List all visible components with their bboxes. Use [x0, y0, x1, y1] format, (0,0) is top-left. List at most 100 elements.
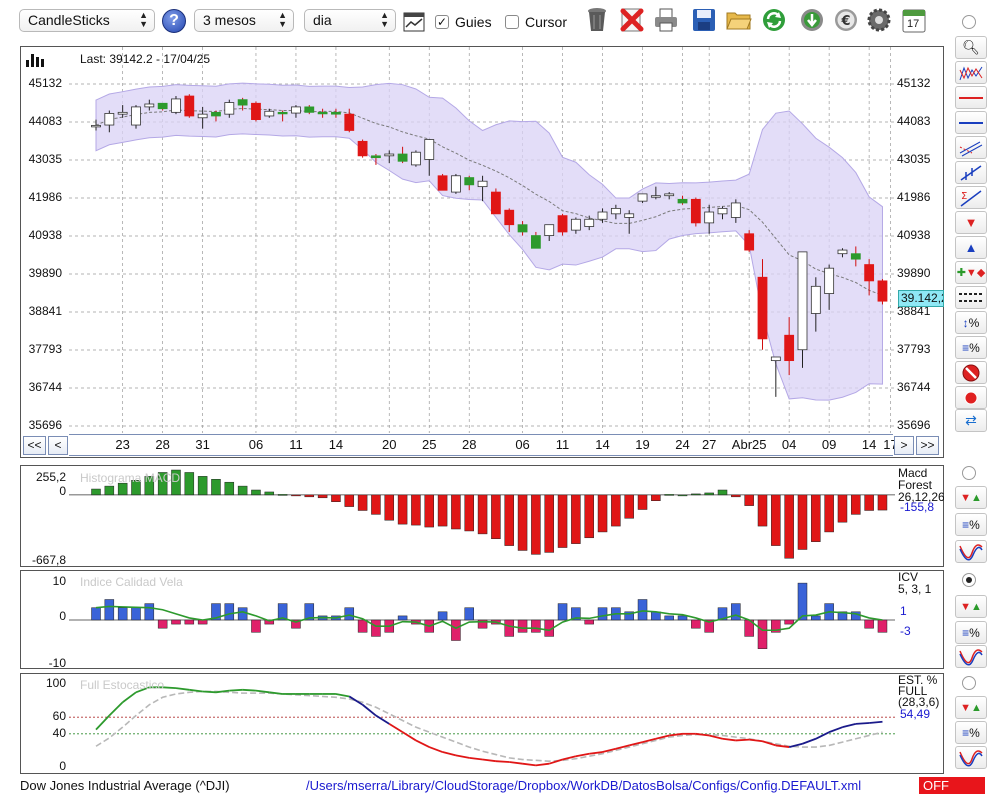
trash-icon[interactable] — [583, 6, 611, 34]
macd-bar — [317, 494, 328, 499]
macd-bar — [744, 494, 754, 506]
candle — [557, 213, 568, 236]
stoch-levels-button[interactable]: ≡% — [955, 721, 987, 744]
sell-arrow-tool-button[interactable]: ▼ — [955, 211, 987, 234]
current-price-badge: 39.142,2 — [898, 290, 944, 307]
settings-gear-icon[interactable] — [865, 6, 893, 34]
macd-bar — [357, 494, 368, 511]
icv-bar — [251, 619, 261, 633]
macd-bar — [277, 494, 288, 496]
macd-bar — [717, 489, 728, 496]
percent-lines-tool-button[interactable]: ≡% — [955, 336, 987, 359]
trendline-icon — [960, 164, 982, 181]
y-tick-left: 41986 — [28, 190, 62, 204]
sync-button[interactable]: ⇄ — [955, 409, 987, 432]
chart-type-select[interactable]: CandleSticks ▲ ▼ — [19, 9, 155, 32]
icv-levels-button[interactable]: ≡% — [955, 621, 987, 644]
stoch-signals-button[interactable]: ▼▲ — [955, 696, 987, 719]
icv-bar — [117, 607, 128, 621]
icv-bar — [344, 607, 355, 621]
delete-chart-icon[interactable] — [618, 6, 646, 34]
macd-bar — [424, 494, 434, 528]
stoch-k-segment — [535, 762, 550, 767]
clear-drawings-button[interactable] — [955, 361, 987, 384]
panel-select-radio-icv[interactable] — [962, 573, 976, 587]
trendline-tool-button[interactable] — [955, 161, 987, 184]
zoom-tool-button[interactable]: 🔍︎ — [955, 36, 987, 59]
x-tick-label: 28 — [462, 437, 477, 452]
icv-curve-button[interactable] — [955, 645, 987, 668]
macd-bar — [517, 494, 528, 551]
save-icon[interactable] — [690, 6, 718, 34]
macd-signals-button[interactable]: ▼▲ — [955, 486, 987, 509]
macd-plot[interactable] — [69, 466, 895, 566]
panel-select-radio-macd[interactable] — [962, 466, 976, 480]
download-update-icon[interactable] — [798, 6, 826, 34]
guides-checkbox[interactable]: ✓ — [435, 15, 449, 29]
nav-next-button[interactable]: > — [894, 436, 914, 455]
signals-tool-button[interactable]: ✚▼◆ — [955, 261, 987, 284]
grid-lines-tool-button[interactable] — [955, 286, 987, 309]
interval-select[interactable]: dia ▲ ▼ — [304, 9, 396, 32]
price-chart-plot[interactable] — [69, 47, 895, 433]
blue-hline-tool-button[interactable] — [955, 111, 987, 134]
stoch-k-segment — [455, 754, 470, 759]
period-select[interactable]: 3 mesos ▲ ▼ — [194, 9, 294, 32]
candle-body — [264, 110, 275, 117]
percent-range-tool-button[interactable]: ↕% — [955, 311, 987, 334]
config-path-link[interactable]: /Users/mserra/Library/CloudStorage/Dropb… — [306, 778, 861, 793]
record-icon — [964, 391, 978, 404]
icv-bar — [504, 619, 514, 637]
open-folder-icon[interactable] — [725, 6, 753, 34]
stoch-k-segment — [175, 687, 190, 691]
nav-last-button[interactable]: >> — [916, 436, 939, 455]
icv-bar — [184, 619, 195, 625]
red-hline-tool-button[interactable] — [955, 86, 987, 109]
candle-body — [637, 193, 648, 202]
help-button[interactable]: ? — [162, 9, 186, 33]
candle-body — [824, 267, 835, 294]
candle-body — [291, 106, 301, 114]
candle-body — [304, 106, 315, 113]
candle-body — [664, 193, 675, 197]
refresh-icon[interactable] — [760, 6, 788, 34]
candle — [744, 230, 755, 252]
trend-channel-tool-button[interactable] — [955, 136, 987, 159]
macd-bar — [91, 488, 101, 496]
candle-body — [677, 198, 688, 204]
candle-body — [530, 235, 541, 249]
candle-body — [384, 153, 395, 157]
panel-select-radio-stoch[interactable] — [962, 676, 976, 690]
calendar-icon[interactable]: 17 — [900, 6, 928, 34]
oscillator-curve-icon — [959, 648, 983, 666]
off-indicator[interactable]: OFF — [919, 777, 985, 794]
icv-plot[interactable] — [69, 571, 895, 668]
icv-signals-button[interactable]: ▼▲ — [955, 595, 987, 618]
stoch-k-segment — [375, 714, 390, 725]
stochastic-plot[interactable] — [69, 674, 895, 773]
candle — [251, 101, 261, 122]
stoch-curve-button[interactable] — [955, 746, 987, 769]
macd-levels-button[interactable]: ≡% — [955, 513, 987, 536]
fibonacci-tool-button[interactable]: Σ — [955, 186, 987, 209]
macd-curve-button[interactable] — [955, 540, 987, 563]
nav-first-button[interactable]: << — [23, 436, 46, 455]
icv-bar — [91, 607, 101, 621]
panel-select-radio-main[interactable] — [962, 15, 976, 29]
print-icon[interactable] — [652, 6, 680, 34]
candle-body — [757, 276, 768, 340]
icv-bar — [451, 619, 461, 641]
euro-currency-icon[interactable]: € — [832, 6, 860, 34]
chart-window-icon[interactable] — [400, 8, 428, 36]
stoch-k-segment — [842, 722, 857, 729]
buy-arrow-tool-button[interactable]: ▲ — [955, 236, 987, 259]
candle-body — [770, 356, 781, 362]
record-button[interactable] — [955, 386, 987, 409]
stoch-k-segment — [469, 756, 483, 761]
candle-compare-tool-button[interactable] — [955, 61, 987, 84]
nav-prev-button[interactable]: < — [48, 436, 68, 455]
macd-bar — [397, 494, 408, 525]
x-tick-label: 27 — [701, 437, 717, 452]
cursor-checkbox[interactable] — [505, 15, 519, 29]
fibonacci-icon: Σ — [960, 189, 982, 207]
